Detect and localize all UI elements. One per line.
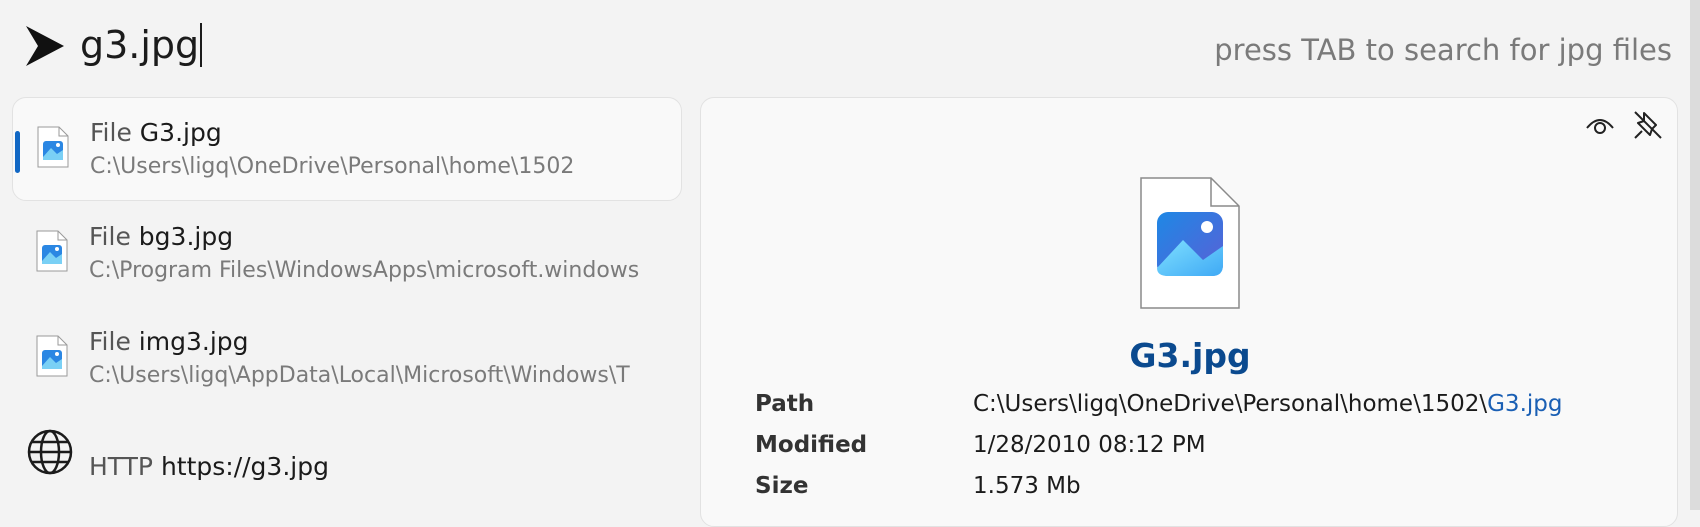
background-window-edge	[1690, 0, 1700, 510]
search-bar: g3.jpg press TAB to search for jpg files	[0, 0, 1700, 90]
image-file-icon	[36, 230, 68, 272]
image-file-icon	[1140, 177, 1240, 309]
result-path: C:\Users\ligq\AppData\Local\Microsoft\Wi…	[89, 363, 630, 388]
result-path: C:\Program Files\WindowsApps\microsoft.w…	[89, 258, 640, 283]
result-path: C:\Users\ligq\OneDrive\Personal\home\150…	[90, 154, 575, 179]
text-caret	[200, 22, 203, 67]
preview-title: G3.jpg	[1129, 336, 1251, 375]
globe-icon	[27, 429, 73, 475]
result-item-http[interactable]: HTTP https://g3.jpg	[12, 410, 682, 514]
image-file-icon	[37, 126, 69, 168]
result-kind: File	[90, 118, 132, 147]
result-kind: File	[89, 327, 131, 356]
path-label: Path	[755, 391, 815, 417]
path-prefix: C:\Users\ligq\OneDrive\Personal\home\150…	[973, 391, 1488, 417]
image-file-icon	[36, 335, 68, 377]
size-label: Size	[755, 473, 809, 499]
result-kind: HTTP	[89, 452, 153, 481]
result-name: bg3.jpg	[138, 222, 234, 251]
result-title: File img3.jpg	[89, 325, 249, 359]
modified-value: 1/28/2010 08:12 PM	[973, 432, 1206, 458]
launcher-window: g3.jpg press TAB to search for jpg files…	[0, 0, 1700, 527]
pin-off-icon[interactable]	[1631, 108, 1665, 142]
eye-icon[interactable]	[1585, 112, 1615, 138]
result-title: File bg3.jpg	[89, 220, 233, 254]
preview-panel: G3.jpg Path C:\Users\ligq\OneDrive\Perso…	[700, 97, 1678, 527]
result-item-img3-jpg[interactable]: File img3.jpg C:\Users\ligq\AppData\Loca…	[12, 307, 682, 411]
result-title: HTTP https://g3.jpg	[89, 450, 329, 484]
search-hint: press TAB to search for jpg files	[1214, 33, 1672, 67]
path-value[interactable]: C:\Users\ligq\OneDrive\Personal\home\150…	[973, 388, 1562, 420]
search-query-text: g3.jpg	[80, 23, 200, 67]
results-list: File G3.jpg C:\Users\ligq\OneDrive\Perso…	[12, 97, 682, 510]
result-item-g3-jpg[interactable]: File G3.jpg C:\Users\ligq\OneDrive\Perso…	[12, 97, 682, 201]
size-value: 1.573 Mb	[973, 473, 1081, 499]
selection-indicator	[15, 131, 20, 173]
result-name: G3.jpg	[139, 118, 222, 147]
search-input[interactable]: g3.jpg	[80, 20, 203, 70]
chevron-right-icon	[26, 26, 64, 66]
modified-label: Modified	[755, 432, 868, 458]
result-title: File G3.jpg	[90, 116, 222, 150]
result-item-bg3-jpg[interactable]: File bg3.jpg C:\Program Files\WindowsApp…	[12, 202, 682, 306]
path-file-link[interactable]: G3.jpg	[1487, 391, 1562, 417]
result-kind: File	[89, 222, 131, 251]
result-name: https://g3.jpg	[160, 452, 329, 481]
result-name: img3.jpg	[138, 327, 249, 356]
